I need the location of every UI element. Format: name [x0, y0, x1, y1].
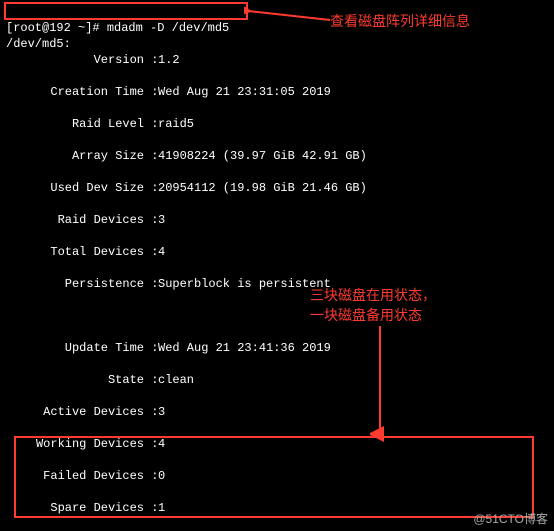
row-spare-devices: Spare Devices : 1 [6, 500, 548, 516]
row-persistence: Persistence : Superblock is persistent [6, 276, 548, 292]
shell-prompt: [root@192 ~]# [6, 21, 107, 35]
row-used-dev-size: Used Dev Size : 20954112 (19.98 GiB 21.4… [6, 180, 548, 196]
sep: : [144, 52, 158, 68]
key-version: Version [6, 52, 144, 68]
row-working-devices: Working Devices : 4 [6, 436, 548, 452]
row-state: State : clean [6, 372, 548, 388]
row-raid-devices: Raid Devices : 3 [6, 212, 548, 228]
device-line: /dev/md5: [6, 37, 71, 51]
terminal-output: [root@192 ~]# mdadm -D /dev/md5 /dev/md5… [0, 0, 554, 531]
row-total-devices: Total Devices : 4 [6, 244, 548, 260]
watermark-text: @51CTO博客 [473, 511, 548, 527]
row-array-size: Array Size : 41908224 (39.97 GiB 42.91 G… [6, 148, 548, 164]
row-failed-devices: Failed Devices : 0 [6, 468, 548, 484]
row-active-devices: Active Devices : 3 [6, 404, 548, 420]
row-raid-level: Raid Level : raid5 [6, 116, 548, 132]
row-update-time: Update Time : Wed Aug 21 23:41:36 2019 [6, 340, 548, 356]
prompt-line: [root@192 ~]# mdadm -D /dev/md5 [6, 21, 229, 35]
blank-line-1 [6, 308, 548, 324]
row-version: Version : 1.2 [6, 52, 548, 68]
command-text: mdadm -D /dev/md5 [107, 21, 229, 35]
row-creation-time: Creation Time : Wed Aug 21 23:31:05 2019 [6, 84, 548, 100]
val-version: 1.2 [158, 52, 180, 68]
